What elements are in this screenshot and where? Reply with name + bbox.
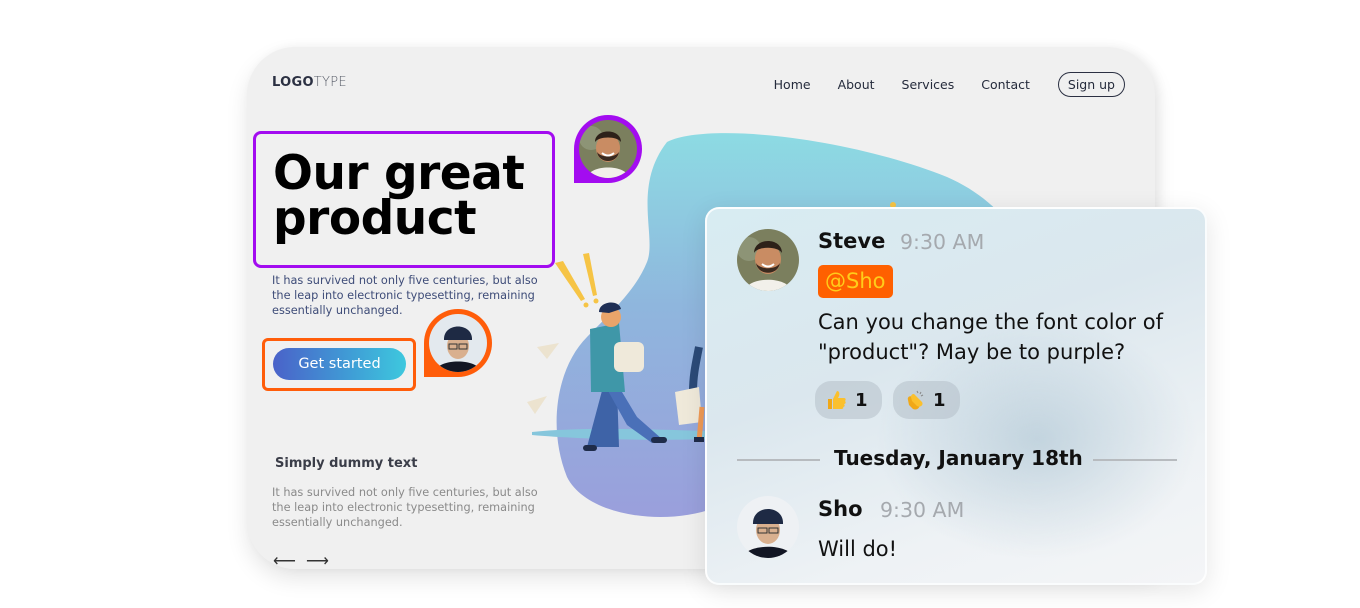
comment-bubble-steve[interactable] <box>574 115 642 183</box>
avatar-steve <box>579 120 637 178</box>
reaction-count: 1 <box>855 389 868 411</box>
avatar-steve[interactable] <box>737 229 799 291</box>
thumbs-up-icon <box>828 391 846 409</box>
message-timestamp: 9:30 AM <box>880 498 965 522</box>
message-text-line-2: "product"? May be to purple? <box>818 340 1126 364</box>
reaction-count: 1 <box>933 389 946 411</box>
reaction-clapping[interactable]: 1 <box>893 381 960 419</box>
sho-avatar-icon <box>737 496 799 558</box>
message-author[interactable]: Sho <box>818 497 863 521</box>
logo-light-part: TYPE <box>313 75 347 90</box>
logo-bold-part: LOGO <box>272 75 314 90</box>
steve-avatar-icon <box>737 229 799 291</box>
carousel-arrows: ⟵ ⟶ <box>273 551 329 569</box>
message-text: Can you change the font color of "produc… <box>818 307 1163 367</box>
nav-about[interactable]: About <box>838 77 875 92</box>
clapping-hands-icon <box>907 390 924 410</box>
sho-avatar-icon <box>429 314 487 372</box>
avatar-sho <box>429 314 487 372</box>
exclamation-marks-icon <box>555 253 599 308</box>
hero-title: Our great product <box>273 150 525 242</box>
arrow-right-icon[interactable]: ⟶ <box>306 551 329 569</box>
signup-button[interactable]: Sign up <box>1057 72 1125 97</box>
divider-line-left <box>737 459 820 461</box>
nav-home[interactable]: Home <box>774 77 811 92</box>
arrow-left-icon[interactable]: ⟵ <box>273 551 296 569</box>
date-divider: Tuesday, January 18th <box>834 446 1083 470</box>
chat-panel: Steve 9:30 AM @Sho Can you change the fo… <box>705 207 1207 585</box>
reaction-thumbs-up[interactable]: 1 <box>815 381 882 419</box>
comment-bubble-sho[interactable] <box>424 309 492 377</box>
hero-title-line-2: product <box>273 191 477 246</box>
message-author[interactable]: Steve <box>818 229 885 253</box>
hero-description: It has survived not only five centuries,… <box>272 274 538 317</box>
steve-avatar-icon <box>579 120 637 178</box>
flying-papers <box>527 343 559 414</box>
nav-services[interactable]: Services <box>902 77 955 92</box>
message-timestamp: 9:30 AM <box>900 230 985 254</box>
top-nav: Home About Services Contact Sign up <box>747 72 1125 97</box>
section-description: It has survived not only five centuries,… <box>272 486 538 529</box>
divider-line-right <box>1093 459 1177 461</box>
avatar-sho[interactable] <box>737 496 799 558</box>
section-subtitle: Simply dummy text <box>275 456 418 471</box>
message-text-line-1: Can you change the font color of <box>818 310 1163 334</box>
logo[interactable]: LOGOTYPE <box>272 75 347 90</box>
get-started-button[interactable]: Get started <box>273 348 406 380</box>
nav-contact[interactable]: Contact <box>981 77 1030 92</box>
message-text: Will do! <box>818 537 898 561</box>
mention-tag[interactable]: @Sho <box>818 265 893 298</box>
